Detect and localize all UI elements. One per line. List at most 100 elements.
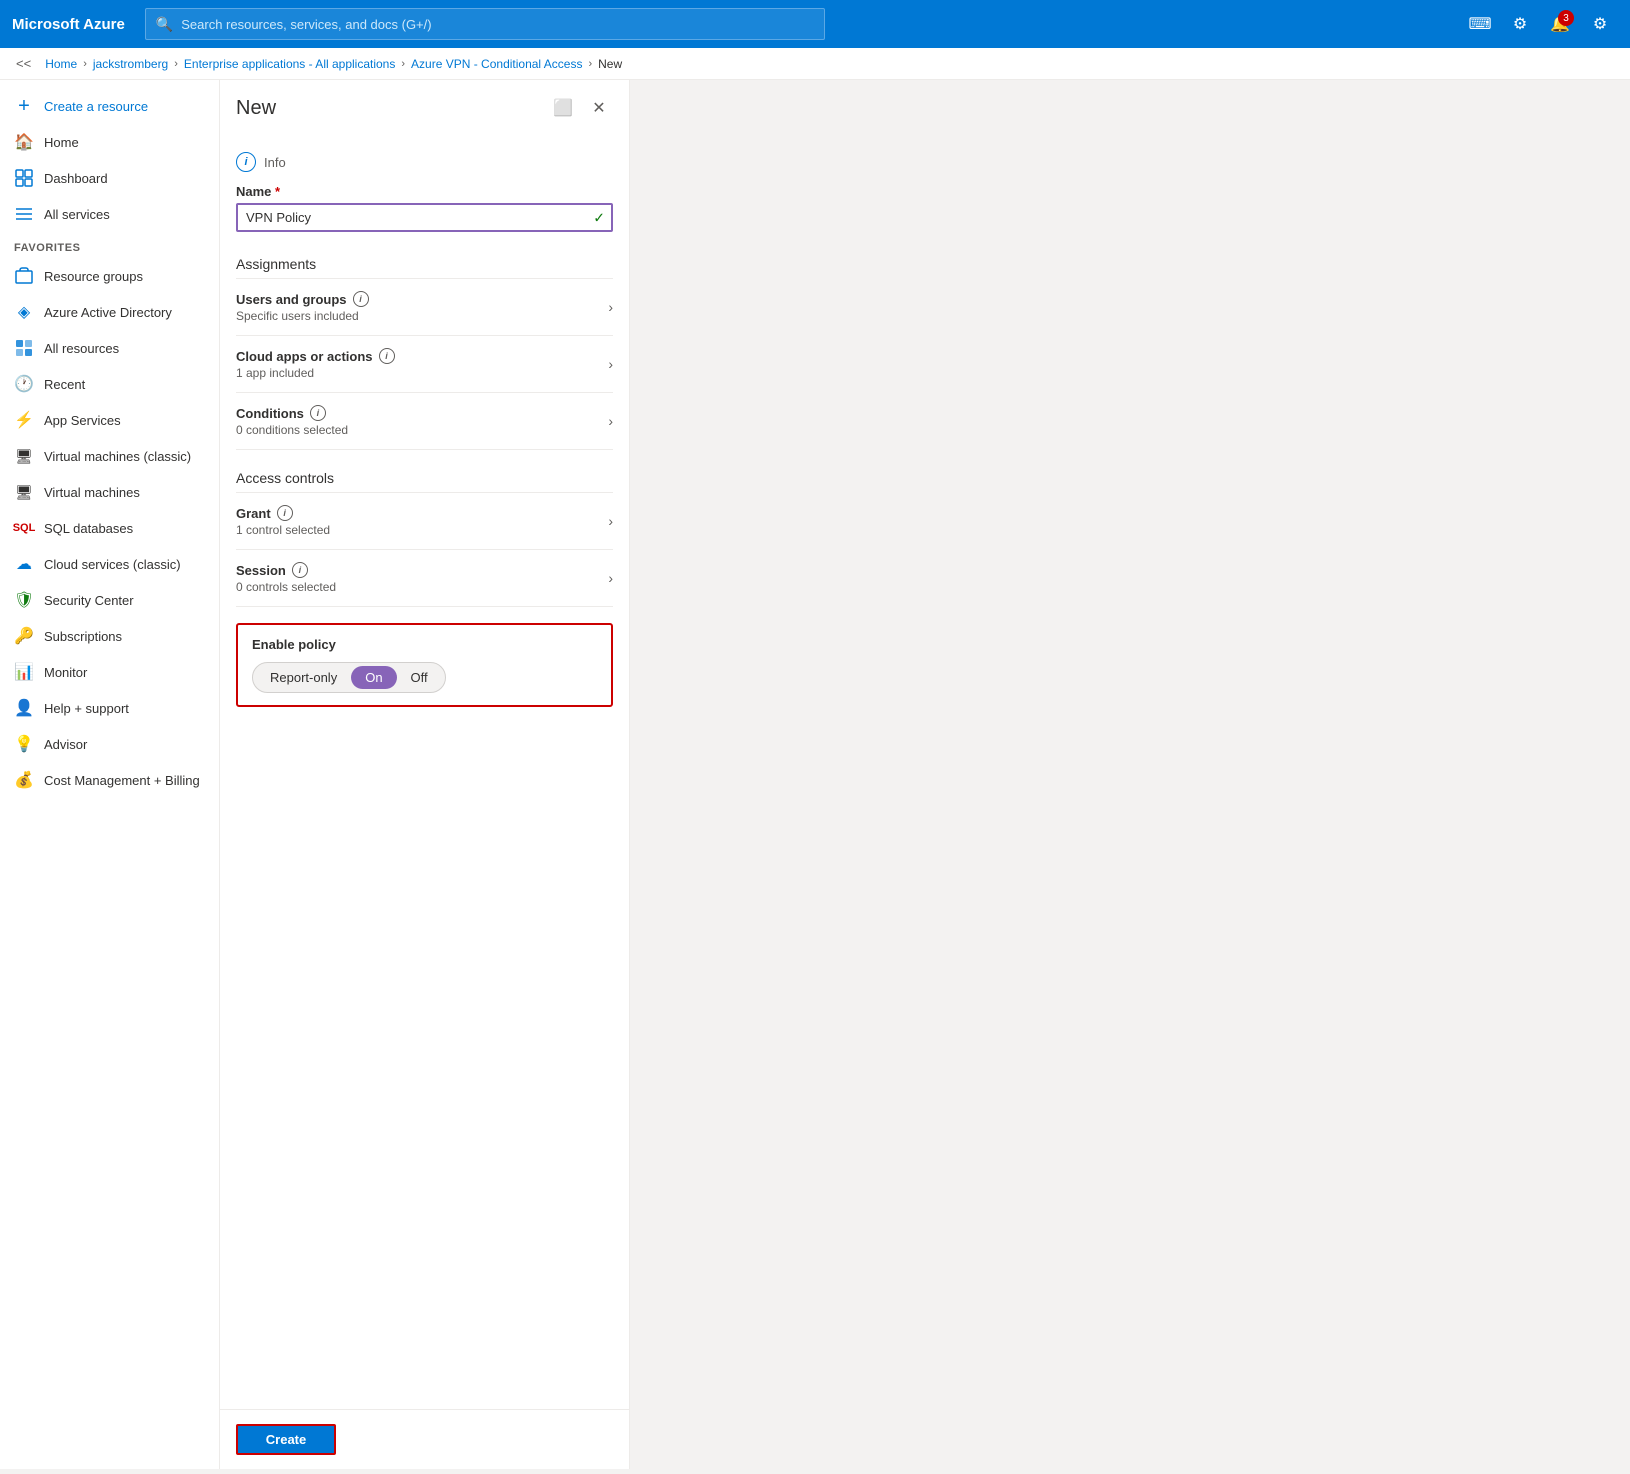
breadcrumb-enterprise-apps[interactable]: Enterprise applications - All applicatio… <box>184 57 395 71</box>
sidebar-item-resource-groups[interactable]: Resource groups <box>0 258 219 294</box>
top-navigation: Microsoft Azure 🔍 ⌨ ⚙ 🔔 3 ⚙ <box>0 0 1630 48</box>
grant-info-icon[interactable]: i <box>277 505 293 521</box>
sidebar-advisor-label: Advisor <box>44 737 87 752</box>
sidebar-cost-management-label: Cost Management + Billing <box>44 773 200 788</box>
session-info-icon[interactable]: i <box>292 562 308 578</box>
cloud-apps-content: Cloud apps or actions i 1 app included <box>236 348 600 380</box>
create-button[interactable]: Create <box>236 1424 336 1455</box>
cloud-apps-title: Cloud apps or actions i <box>236 348 600 364</box>
security-center-icon: 🛡 <box>14 590 34 610</box>
maximize-button[interactable]: ⬜ <box>549 94 577 122</box>
enable-policy-section: Enable policy Report-only On Off <box>236 623 613 707</box>
sidebar-item-security-center[interactable]: 🛡 Security Center <box>0 582 219 618</box>
sidebar-item-recent[interactable]: 🕐 Recent <box>0 366 219 402</box>
app-brand: Microsoft Azure <box>12 16 125 33</box>
close-icon: ✕ <box>592 98 605 118</box>
directory-button[interactable]: ⚙ <box>1502 6 1538 42</box>
sidebar-item-azure-active-directory[interactable]: ◈ Azure Active Directory <box>0 294 219 330</box>
users-groups-row[interactable]: Users and groups i Specific users includ… <box>236 279 613 336</box>
notification-button[interactable]: 🔔 3 <box>1542 6 1578 42</box>
toggle-report-only[interactable]: Report-only <box>256 666 351 689</box>
azure-ad-icon: ◈ <box>14 302 34 322</box>
close-button[interactable]: ✕ <box>585 94 613 122</box>
session-title: Session i <box>236 562 600 578</box>
search-input[interactable] <box>181 17 814 32</box>
users-groups-info-icon[interactable]: i <box>353 291 369 307</box>
sidebar-item-monitor[interactable]: 📊 Monitor <box>0 654 219 690</box>
toggle-off[interactable]: Off <box>397 666 442 689</box>
collapse-sidebar-button[interactable]: << <box>16 56 31 71</box>
conditions-row[interactable]: Conditions i 0 conditions selected › <box>236 393 613 450</box>
info-icon: i <box>236 152 256 172</box>
sidebar-item-home[interactable]: 🏠 Home <box>0 124 219 160</box>
sidebar-item-all-resources[interactable]: All resources <box>0 330 219 366</box>
users-groups-content: Users and groups i Specific users includ… <box>236 291 600 323</box>
assignments-heading: Assignments <box>236 248 613 279</box>
input-check-icon: ✓ <box>593 209 605 226</box>
settings-button[interactable]: ⚙ <box>1582 6 1618 42</box>
sidebar-help-label: Help + support <box>44 701 129 716</box>
info-section: i Info <box>236 144 613 184</box>
conditions-chevron: › <box>608 413 613 429</box>
cloud-shell-button[interactable]: ⌨ <box>1462 6 1498 42</box>
new-policy-panel: New ⬜ ✕ i Info <box>220 80 630 1469</box>
app-services-icon: ⚡ <box>14 410 34 430</box>
sidebar-item-vm[interactable]: 🖥 Virtual machines <box>0 474 219 510</box>
search-icon: 🔍 <box>156 16 173 33</box>
grant-row[interactable]: Grant i 1 control selected › <box>236 493 613 550</box>
sidebar-item-create-resource[interactable]: + Create a resource <box>0 88 219 124</box>
notification-badge: 3 <box>1558 10 1574 26</box>
main-layout: + Create a resource 🏠 Home Dashboard <box>0 80 1630 1469</box>
sidebar-item-vm-classic[interactable]: 🖥 Virtual machines (classic) <box>0 438 219 474</box>
cloud-apps-row[interactable]: Cloud apps or actions i 1 app included › <box>236 336 613 393</box>
top-nav-icons: ⌨ ⚙ 🔔 3 ⚙ <box>1462 6 1618 42</box>
sidebar-item-all-services[interactable]: All services <box>0 196 219 232</box>
users-groups-chevron: › <box>608 299 613 315</box>
session-subtitle: 0 controls selected <box>236 580 600 594</box>
panel-title: New <box>236 97 541 120</box>
sidebar-item-advisor[interactable]: 💡 Advisor <box>0 726 219 762</box>
sidebar-item-dashboard[interactable]: Dashboard <box>0 160 219 196</box>
dashboard-icon <box>14 168 34 188</box>
sidebar-all-services-label: All services <box>44 207 110 222</box>
conditions-info-icon[interactable]: i <box>310 405 326 421</box>
sidebar-vm-classic-label: Virtual machines (classic) <box>44 449 191 464</box>
sidebar-item-cost-management[interactable]: 💰 Cost Management + Billing <box>0 762 219 798</box>
users-groups-subtitle: Specific users included <box>236 309 600 323</box>
panel-header: New ⬜ ✕ <box>220 80 629 132</box>
info-text: Info <box>264 155 286 170</box>
sidebar-sql-label: SQL databases <box>44 521 133 536</box>
breadcrumb-home[interactable]: Home <box>45 57 77 71</box>
name-input-wrap: ✓ <box>236 203 613 232</box>
session-row[interactable]: Session i 0 controls selected › <box>236 550 613 607</box>
subscriptions-icon: 🔑 <box>14 626 34 646</box>
settings-icon: ⚙ <box>1593 14 1607 34</box>
home-icon: 🏠 <box>14 132 34 152</box>
content-area: New ⬜ ✕ i Info <box>220 80 1630 1469</box>
grant-chevron: › <box>608 513 613 529</box>
help-icon: 👤 <box>14 698 34 718</box>
toggle-on[interactable]: On <box>351 666 396 689</box>
sidebar-item-app-services[interactable]: ⚡ App Services <box>0 402 219 438</box>
name-input[interactable] <box>236 203 613 232</box>
cost-management-icon: 💰 <box>14 770 34 790</box>
cloud-shell-icon: ⌨ <box>1468 14 1491 34</box>
sidebar-app-services-label: App Services <box>44 413 121 428</box>
sidebar-monitor-label: Monitor <box>44 665 87 680</box>
advisor-icon: 💡 <box>14 734 34 754</box>
monitor-icon: 📊 <box>14 662 34 682</box>
sidebar-item-cloud-services[interactable]: ☁ Cloud services (classic) <box>0 546 219 582</box>
panel-body: i Info Name * ✓ Assignments <box>220 132 629 1409</box>
sidebar-item-sql[interactable]: SQL SQL databases <box>0 510 219 546</box>
breadcrumb-azure-vpn[interactable]: Azure VPN - Conditional Access <box>411 57 582 71</box>
panel-footer: Create <box>220 1409 629 1469</box>
cloud-apps-info-icon[interactable]: i <box>379 348 395 364</box>
sidebar-item-subscriptions[interactable]: 🔑 Subscriptions <box>0 618 219 654</box>
search-bar[interactable]: 🔍 <box>145 8 825 40</box>
all-resources-icon <box>14 338 34 358</box>
sidebar-item-help-support[interactable]: 👤 Help + support <box>0 690 219 726</box>
grant-content: Grant i 1 control selected <box>236 505 600 537</box>
enable-policy-label: Enable policy <box>252 637 597 652</box>
breadcrumb-jackstromberg[interactable]: jackstromberg <box>93 57 168 71</box>
session-chevron: › <box>608 570 613 586</box>
